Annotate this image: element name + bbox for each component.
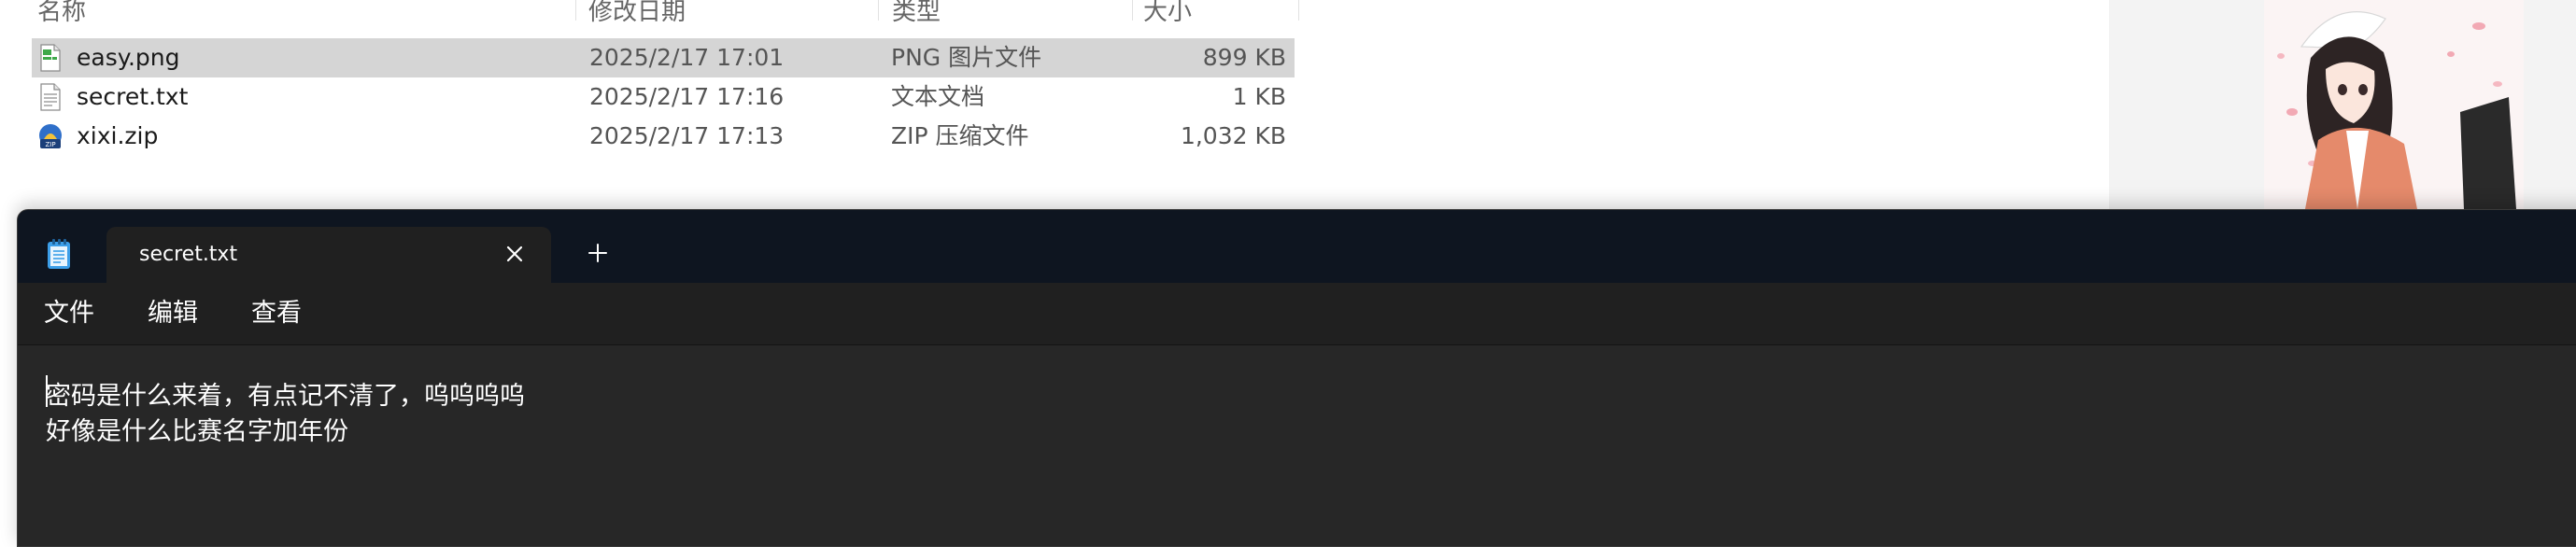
file-row-xixi-zip[interactable]: ZIP xixi.zip 2025/2/17 17:13 ZIP 压缩文件 1,… <box>32 117 1295 156</box>
file-size: 1 KB <box>1232 83 1286 110</box>
close-icon[interactable] <box>502 242 527 266</box>
png-file-icon <box>40 44 61 72</box>
notepad-window: secret.txt 文件 编辑 查看 密码是什么来着，有点记不清了，呜呜呜呜 … <box>17 209 2576 547</box>
file-modified: 2025/2/17 17:13 <box>589 122 785 149</box>
title-bar[interactable]: secret.txt <box>18 210 2576 283</box>
zip-file-icon: ZIP <box>39 124 62 148</box>
file-row-secret-txt[interactable]: secret.txt 2025/2/17 17:16 文本文档 1 KB <box>32 77 1295 117</box>
menu-edit[interactable]: 编辑 <box>148 283 198 344</box>
column-separator[interactable] <box>1298 0 1299 21</box>
column-separator[interactable] <box>575 0 576 21</box>
preview-image <box>2264 0 2524 209</box>
file-name: secret.txt <box>77 83 189 110</box>
file-modified: 2025/2/17 17:01 <box>589 44 785 71</box>
menu-view[interactable]: 查看 <box>251 283 302 344</box>
file-size: 1,032 KB <box>1180 122 1286 149</box>
tab-secret-txt[interactable]: secret.txt <box>106 227 551 283</box>
file-size: 899 KB <box>1202 44 1286 71</box>
file-row-easy-png[interactable]: easy.png 2025/2/17 17:01 PNG 图片文件 899 KB <box>32 38 1295 77</box>
file-type: 文本文档 <box>891 83 985 110</box>
text-editor[interactable]: 密码是什么来着，有点记不清了，呜呜呜呜 好像是什么比赛名字加年份 <box>18 345 2576 546</box>
text-file-icon <box>40 83 61 111</box>
tab-title: secret.txt <box>139 243 238 266</box>
notepad-app-icon <box>48 239 70 269</box>
column-separator[interactable] <box>878 0 879 21</box>
editor-line-1: 密码是什么来着，有点记不清了，呜呜呜呜 <box>46 382 525 411</box>
file-explorer: 名称 修改日期 类型 大小 easy.png 2025/2/17 17:01 P… <box>0 0 2576 209</box>
file-name: xixi.zip <box>77 122 159 149</box>
menu-file[interactable]: 文件 <box>44 283 94 344</box>
column-header-modified[interactable]: 修改日期 <box>588 0 686 26</box>
column-header-size[interactable]: 大小 <box>1143 0 1192 26</box>
file-name: easy.png <box>77 44 180 71</box>
column-header-type[interactable]: 类型 <box>892 0 941 26</box>
column-separator[interactable] <box>1132 0 1133 21</box>
column-header-name[interactable]: 名称 <box>37 0 86 26</box>
menu-bar: 文件 编辑 查看 <box>18 283 2576 345</box>
file-type: ZIP 压缩文件 <box>891 122 1029 149</box>
zip-icon-label: ZIP <box>45 141 55 148</box>
new-tab-plus-icon[interactable] <box>586 241 610 265</box>
editor-line-2: 好像是什么比赛名字加年份 <box>46 417 348 446</box>
file-modified: 2025/2/17 17:16 <box>589 83 785 110</box>
file-type: PNG 图片文件 <box>891 44 1042 71</box>
